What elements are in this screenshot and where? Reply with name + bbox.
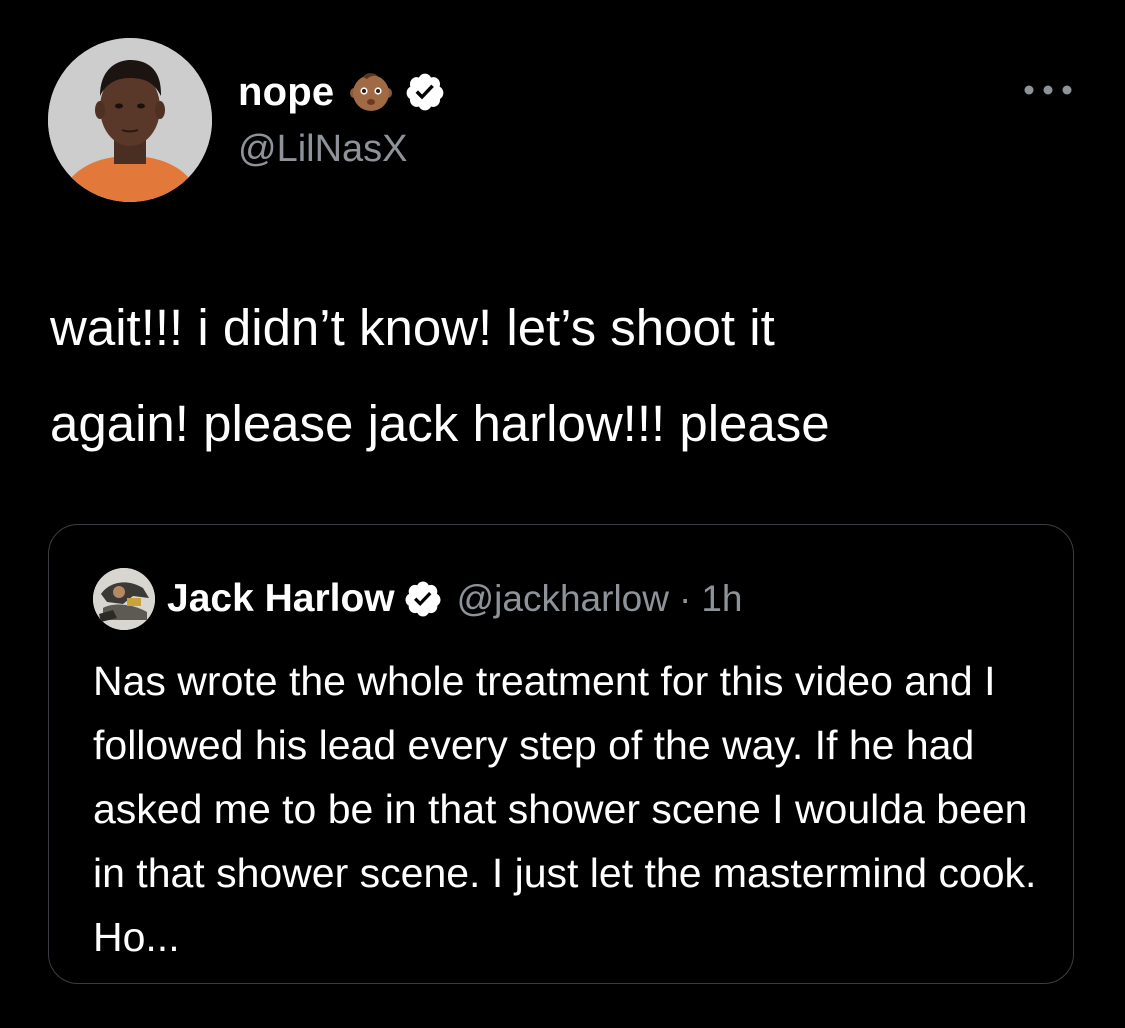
quoted-tweet-timestamp[interactable]: 1h bbox=[701, 578, 742, 620]
tweet-text: wait!!! i didn’t know! let’s shoot it ag… bbox=[50, 299, 830, 452]
quoted-author-display-name[interactable]: Jack Harlow bbox=[167, 577, 395, 621]
quoted-tweet-text: Nas wrote the whole treatment for this v… bbox=[93, 658, 1037, 960]
avatar-image bbox=[48, 38, 212, 202]
verified-badge-icon bbox=[405, 581, 441, 617]
tweet: nope @LilNasX wait!!! i didn’t know! let… bbox=[0, 0, 1125, 1028]
quoted-tweet-card[interactable]: Jack Harlow @jackharlow · 1h Nas wrote t… bbox=[48, 524, 1074, 984]
more-options-icon[interactable] bbox=[1020, 80, 1076, 100]
baby-face-emoji-icon bbox=[350, 73, 393, 111]
author-display-name[interactable]: nope bbox=[238, 70, 334, 115]
quoted-author-handle[interactable]: @jackharlow bbox=[457, 578, 669, 620]
quoted-avatar-image bbox=[93, 568, 155, 630]
author-avatar[interactable] bbox=[48, 38, 212, 202]
quoted-tweet-header: Jack Harlow @jackharlow · 1h bbox=[93, 568, 742, 630]
author-name-row[interactable]: nope bbox=[238, 66, 446, 118]
separator-dot: · bbox=[678, 578, 692, 619]
author-handle[interactable]: @LilNasX bbox=[238, 128, 408, 171]
verified-badge-icon bbox=[406, 73, 444, 111]
quoted-author-avatar[interactable] bbox=[93, 568, 155, 630]
